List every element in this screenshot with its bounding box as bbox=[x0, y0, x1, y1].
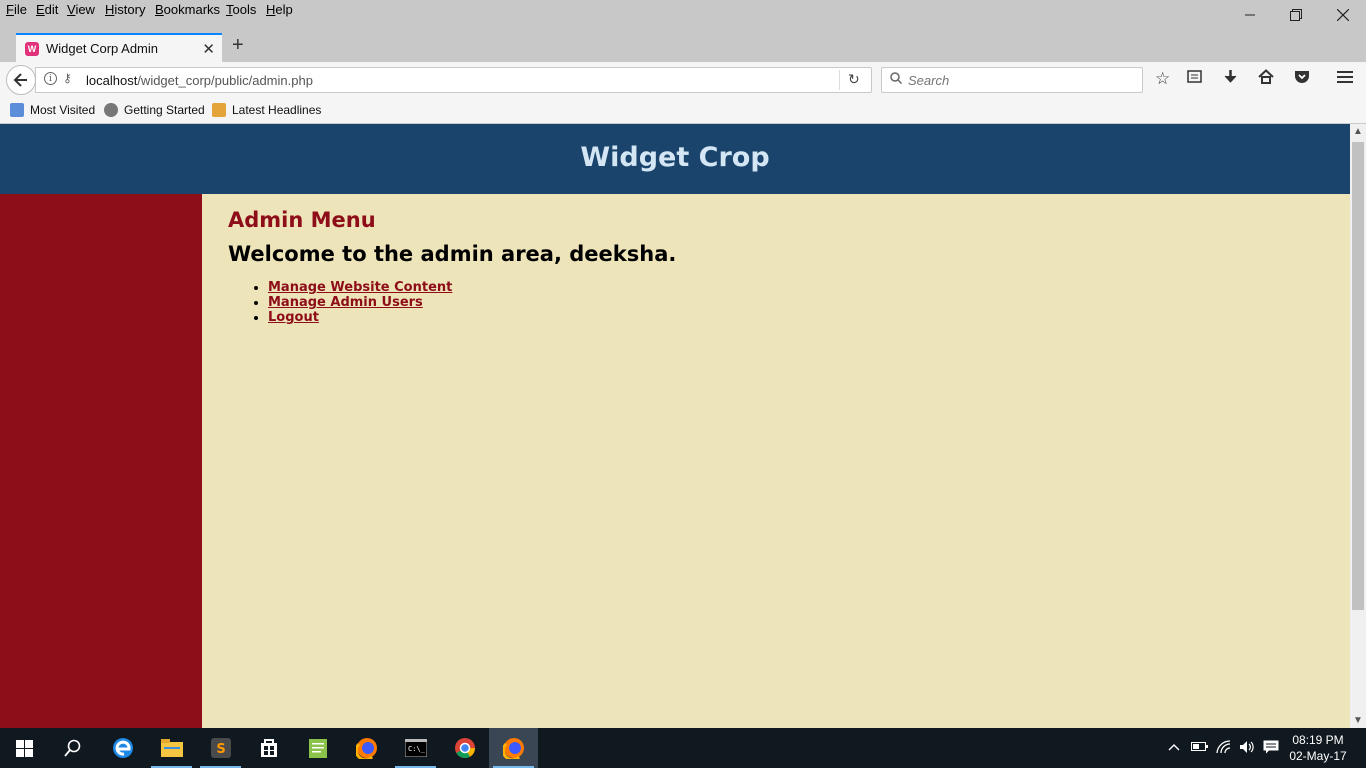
url-path: /widget_corp/public/admin.php bbox=[137, 73, 313, 88]
scroll-up-icon[interactable]: ▲ bbox=[1350, 126, 1366, 137]
chrome-icon bbox=[454, 738, 475, 759]
bookmark-latest-headlines[interactable]: Latest Headlines bbox=[212, 103, 321, 117]
list-item: Manage Website Content bbox=[268, 280, 676, 295]
hamburger-menu-icon[interactable] bbox=[1337, 69, 1353, 89]
taskbar-notepad[interactable] bbox=[293, 728, 342, 768]
taskbar: S C:\_ 08:19 PM 02-May-17 bbox=[0, 728, 1366, 768]
start-button[interactable] bbox=[0, 728, 49, 768]
start-icon bbox=[16, 739, 33, 757]
back-button[interactable] bbox=[6, 65, 36, 95]
taskbar-file-explorer[interactable] bbox=[147, 728, 196, 768]
rss-feed-icon bbox=[212, 103, 226, 117]
page-scrollbar[interactable]: ▲ ▼ bbox=[1350, 124, 1366, 728]
pocket-icon[interactable] bbox=[1294, 69, 1310, 89]
nav-bar: i ⚷ localhost/widget_corp/public/admin.p… bbox=[0, 62, 1366, 98]
site-title: Widget Crop bbox=[580, 142, 770, 173]
reading-list-icon[interactable] bbox=[1187, 69, 1202, 89]
clock-time: 08:19 PM bbox=[1292, 733, 1344, 747]
wifi-icon[interactable] bbox=[1216, 740, 1232, 757]
taskbar-edge[interactable] bbox=[98, 728, 147, 768]
terminal-icon: C:\_ bbox=[404, 739, 427, 757]
bookmark-label: Getting Started bbox=[124, 103, 205, 117]
close-icon bbox=[1337, 9, 1349, 21]
notifications-icon[interactable] bbox=[1263, 740, 1279, 757]
globe-icon bbox=[104, 103, 118, 117]
list-item: Manage Admin Users bbox=[268, 295, 676, 310]
menu-bookmarks[interactable]: Bookmarks bbox=[155, 2, 220, 17]
bookmarks-toolbar: Most Visited Getting Started Latest Head… bbox=[0, 98, 1366, 124]
taskbar-firefox[interactable] bbox=[342, 728, 391, 768]
url-text[interactable]: localhost/widget_corp/public/admin.php bbox=[86, 73, 313, 88]
manage-content-link[interactable]: Manage Website Content bbox=[268, 280, 452, 295]
home-icon[interactable] bbox=[1258, 69, 1274, 89]
store-icon bbox=[260, 739, 277, 757]
taskbar-firefox-active[interactable] bbox=[489, 728, 538, 768]
list-item: Logout bbox=[268, 310, 676, 325]
scrollbar-thumb[interactable] bbox=[1352, 142, 1364, 610]
bookmark-folder-icon bbox=[10, 103, 24, 117]
tab-strip: W Widget Corp Admin ✕ + bbox=[0, 22, 1366, 63]
show-hidden-icons[interactable] bbox=[1168, 740, 1180, 755]
taskbar-search-button[interactable] bbox=[48, 728, 97, 768]
menu-file[interactable]: File bbox=[6, 2, 27, 17]
reload-icon[interactable]: ↻ bbox=[848, 71, 860, 88]
download-icon[interactable] bbox=[1223, 69, 1238, 89]
bookmark-getting-started[interactable]: Getting Started bbox=[104, 103, 205, 117]
firefox-active-icon bbox=[502, 738, 524, 759]
admin-links-list: Manage Website Content Manage Admin User… bbox=[268, 280, 676, 325]
url-separator bbox=[839, 70, 840, 90]
menu-help[interactable]: Help bbox=[266, 2, 293, 17]
manage-admins-link[interactable]: Manage Admin Users bbox=[268, 295, 423, 310]
bookmark-label: Latest Headlines bbox=[232, 103, 322, 117]
tab-widget-corp-admin[interactable]: W Widget Corp Admin ✕ bbox=[16, 33, 222, 63]
search-input[interactable] bbox=[908, 71, 1128, 89]
restore-icon bbox=[1290, 9, 1302, 21]
new-tab-button[interactable]: + bbox=[232, 35, 244, 55]
url-bar[interactable]: i ⚷ localhost/widget_corp/public/admin.p… bbox=[35, 67, 872, 93]
scroll-down-icon[interactable]: ▼ bbox=[1350, 715, 1366, 726]
firefox-icon bbox=[355, 738, 377, 759]
logout-link[interactable]: Logout bbox=[268, 310, 319, 325]
minimize-icon bbox=[1245, 14, 1255, 16]
site-sidebar bbox=[0, 194, 202, 728]
taskbar-terminal[interactable]: C:\_ bbox=[391, 728, 440, 768]
search-icon bbox=[890, 72, 903, 87]
svg-text:S: S bbox=[216, 742, 225, 757]
info-icon[interactable]: i bbox=[44, 72, 57, 85]
battery-icon[interactable] bbox=[1191, 740, 1208, 755]
menu-edit[interactable]: Edit bbox=[36, 2, 58, 17]
web-page: Widget Crop Admin Menu Welcome to the ad… bbox=[0, 124, 1350, 728]
tab-close-icon[interactable]: ✕ bbox=[202, 40, 215, 58]
search-icon bbox=[63, 739, 80, 757]
back-arrow-icon bbox=[13, 73, 27, 87]
site-favicon-icon: W bbox=[25, 42, 39, 56]
taskbar-store[interactable] bbox=[244, 728, 293, 768]
svg-text:C:\_: C:\_ bbox=[408, 745, 426, 753]
welcome-message: Welcome to the admin area, deeksha. bbox=[228, 242, 677, 266]
taskbar-clock[interactable]: 08:19 PM 02-May-17 bbox=[1284, 732, 1352, 764]
clock-date: 02-May-17 bbox=[1289, 749, 1347, 763]
notepad-icon bbox=[308, 739, 327, 758]
search-bar[interactable] bbox=[881, 67, 1143, 93]
file-explorer-icon bbox=[160, 739, 183, 757]
taskbar-chrome[interactable] bbox=[440, 728, 489, 768]
taskbar-sublime-text[interactable]: S bbox=[196, 728, 245, 768]
tab-title: Widget Corp Admin bbox=[46, 41, 158, 56]
edge-icon bbox=[112, 738, 133, 758]
sublime-text-icon: S bbox=[210, 738, 231, 758]
site-header: Widget Crop bbox=[0, 124, 1350, 194]
menu-tools[interactable]: Tools bbox=[226, 2, 256, 17]
admin-menu-heading: Admin Menu bbox=[228, 208, 376, 232]
menu-view[interactable]: View bbox=[67, 2, 95, 17]
menu-bar: File Edit View History Bookmarks Tools H… bbox=[0, 0, 1366, 22]
bookmark-star-icon[interactable]: ☆ bbox=[1155, 69, 1170, 89]
menu-history[interactable]: History bbox=[105, 2, 145, 17]
bookmark-most-visited[interactable]: Most Visited bbox=[10, 103, 95, 117]
bookmark-label: Most Visited bbox=[30, 103, 96, 117]
url-host: localhost bbox=[86, 73, 138, 88]
main-content: Admin Menu Welcome to the admin area, de… bbox=[228, 208, 676, 325]
key-icon: ⚷ bbox=[63, 71, 72, 85]
volume-icon[interactable] bbox=[1239, 740, 1255, 757]
